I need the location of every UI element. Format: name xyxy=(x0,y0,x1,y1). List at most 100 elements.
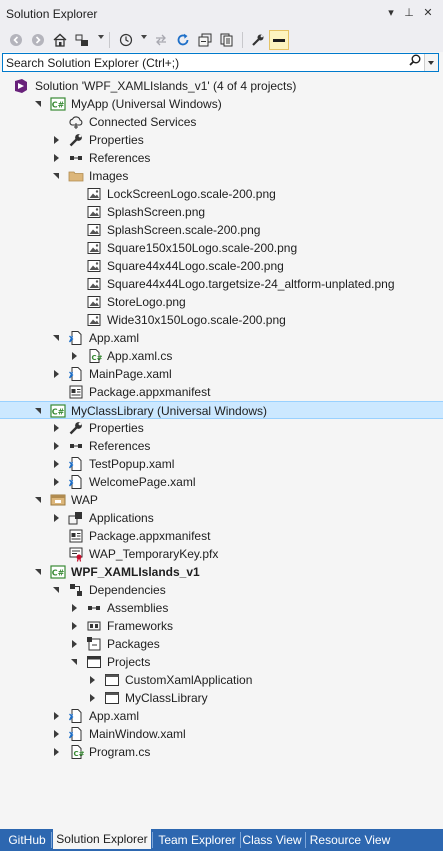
search-box[interactable] xyxy=(2,53,439,72)
switch-views-button[interactable] xyxy=(72,30,92,50)
tree-item[interactable]: WAP_TemporaryKey.pfx xyxy=(0,545,443,563)
tree-item[interactable]: Applications xyxy=(0,509,443,527)
tree-item[interactable]: Projects xyxy=(0,653,443,671)
expand-arrow-icon[interactable] xyxy=(50,509,64,527)
expand-arrow-icon[interactable] xyxy=(50,419,64,437)
tree-item[interactable]: Square150x150Logo.scale-200.png xyxy=(0,239,443,257)
pending-changes-filter-button[interactable] xyxy=(116,30,136,50)
expand-arrow-icon[interactable] xyxy=(86,671,100,689)
expand-arrow-icon[interactable] xyxy=(86,689,100,707)
tree-item[interactable]: Images xyxy=(0,167,443,185)
collapse-arrow-icon[interactable] xyxy=(32,402,46,420)
image-file-icon xyxy=(86,312,102,328)
tree-item[interactable]: Properties xyxy=(0,419,443,437)
collapse-all-button[interactable] xyxy=(195,30,215,50)
close-button[interactable]: ✕ xyxy=(421,5,435,21)
tree-item[interactable]: WelcomePage.xaml xyxy=(0,473,443,491)
sync-with-active-document-button[interactable] xyxy=(151,30,171,50)
tree-item[interactable]: SplashScreen.png xyxy=(0,203,443,221)
collapse-arrow-icon[interactable] xyxy=(32,491,46,509)
tree-item[interactable]: WAP xyxy=(0,491,443,509)
expand-arrow-icon[interactable] xyxy=(50,365,64,383)
tab-solution-explorer[interactable]: Solution Explorer xyxy=(53,829,151,849)
collapse-arrow-icon[interactable] xyxy=(50,329,64,347)
pending-changes-dropdown-icon[interactable] xyxy=(141,35,147,39)
collapse-arrow-icon[interactable] xyxy=(50,167,64,185)
tree-item[interactable]: LockScreenLogo.scale-200.png xyxy=(0,185,443,203)
tree-item-label: Dependencies xyxy=(89,583,166,597)
search-icon[interactable] xyxy=(407,54,423,71)
home-button[interactable] xyxy=(50,30,70,50)
expand-arrow-icon[interactable] xyxy=(50,707,64,725)
expand-arrow-icon[interactable] xyxy=(50,725,64,743)
tree-item[interactable]: C# MyApp (Universal Windows) xyxy=(0,95,443,113)
projects-icon xyxy=(86,654,102,670)
switch-views-dropdown-icon[interactable] xyxy=(98,35,104,39)
expand-arrow-icon[interactable] xyxy=(50,131,64,149)
tree-item[interactable]: Wide310x150Logo.scale-200.png xyxy=(0,311,443,329)
tree-item[interactable]: MyClassLibrary xyxy=(0,689,443,707)
tree-item[interactable]: Dependencies xyxy=(0,581,443,599)
tree-item[interactable]: C# Program.cs xyxy=(0,743,443,761)
manifest-icon xyxy=(68,384,84,400)
tree-item[interactable]: Assemblies xyxy=(0,599,443,617)
pin-button[interactable]: ⊥ xyxy=(402,5,416,21)
show-all-files-button[interactable] xyxy=(217,30,237,50)
collapse-arrow-icon[interactable] xyxy=(32,95,46,113)
tree-item-label: SplashScreen.png xyxy=(107,205,206,219)
expand-arrow-icon[interactable] xyxy=(68,635,82,653)
tree-item[interactable]: References xyxy=(0,149,443,167)
framework-icon xyxy=(86,618,102,634)
tree-item[interactable]: Package.appxmanifest xyxy=(0,383,443,401)
tab-class-view[interactable]: Class View xyxy=(240,831,304,849)
expand-arrow-icon[interactable] xyxy=(68,347,82,365)
title-bar: Solution Explorer ▾ ⊥ ✕ xyxy=(0,0,443,28)
expand-arrow-icon[interactable] xyxy=(68,599,82,617)
forward-button[interactable] xyxy=(28,30,48,50)
expand-arrow-icon[interactable] xyxy=(50,743,64,761)
tree-item[interactable]: MainPage.xaml xyxy=(0,365,443,383)
tree-item[interactable]: Frameworks xyxy=(0,617,443,635)
tree-item[interactable]: Square44x44Logo.scale-200.png xyxy=(0,257,443,275)
preview-icon xyxy=(273,39,285,42)
tree-item[interactable]: Package.appxmanifest xyxy=(0,527,443,545)
expand-arrow-icon[interactable] xyxy=(50,149,64,167)
properties-button[interactable] xyxy=(248,30,268,50)
tree-item[interactable]: MainWindow.xaml xyxy=(0,725,443,743)
refresh-icon xyxy=(177,33,189,46)
tab-team-explorer[interactable]: Team Explorer xyxy=(155,831,239,849)
search-options-dropdown-button[interactable] xyxy=(424,54,438,71)
back-button[interactable] xyxy=(6,30,26,50)
tree-item[interactable]: Packages xyxy=(0,635,443,653)
tree-item[interactable]: Connected Services xyxy=(0,113,443,131)
collapse-arrow-icon[interactable] xyxy=(50,581,64,599)
tree-item[interactable]: TestPopup.xaml xyxy=(0,455,443,473)
preview-selected-items-button[interactable] xyxy=(269,30,289,50)
tree-item[interactable]: SplashScreen.scale-200.png xyxy=(0,221,443,239)
tab-resource-view[interactable]: Resource View xyxy=(308,831,392,849)
refresh-button[interactable] xyxy=(173,30,193,50)
tree-item[interactable]: StoreLogo.png xyxy=(0,293,443,311)
tab-github[interactable]: GitHub xyxy=(4,831,50,849)
tree-item[interactable]: C# MyClassLibrary (Universal Windows) xyxy=(0,401,443,419)
tree-item[interactable]: Solution 'WPF_XAMLIslands_v1' (4 of 4 pr… xyxy=(0,77,443,95)
window-position-dropdown-button[interactable]: ▾ xyxy=(384,5,398,21)
tree-item[interactable]: CustomXamlApplication xyxy=(0,671,443,689)
collapse-arrow-icon[interactable] xyxy=(68,653,82,671)
tree-item[interactable]: Square44x44Logo.targetsize-24_altform-un… xyxy=(0,275,443,293)
tree-item[interactable]: Properties xyxy=(0,131,443,149)
tree-item[interactable]: App.xaml xyxy=(0,707,443,725)
expand-arrow-icon[interactable] xyxy=(50,455,64,473)
tree-item[interactable]: App.xaml xyxy=(0,329,443,347)
tree-item[interactable]: References xyxy=(0,437,443,455)
expand-arrow-icon[interactable] xyxy=(68,617,82,635)
search-input[interactable] xyxy=(6,55,401,70)
clock-icon xyxy=(119,33,133,47)
tree-item[interactable]: C# WPF_XAMLIslands_v1 xyxy=(0,563,443,581)
expand-arrow-icon[interactable] xyxy=(50,437,64,455)
collapse-arrow-icon[interactable] xyxy=(32,563,46,581)
svg-text:C#: C# xyxy=(74,750,85,758)
solution-tree[interactable]: Solution 'WPF_XAMLIslands_v1' (4 of 4 pr… xyxy=(0,77,443,829)
tree-item[interactable]: C# App.xaml.cs xyxy=(0,347,443,365)
expand-arrow-icon[interactable] xyxy=(50,473,64,491)
